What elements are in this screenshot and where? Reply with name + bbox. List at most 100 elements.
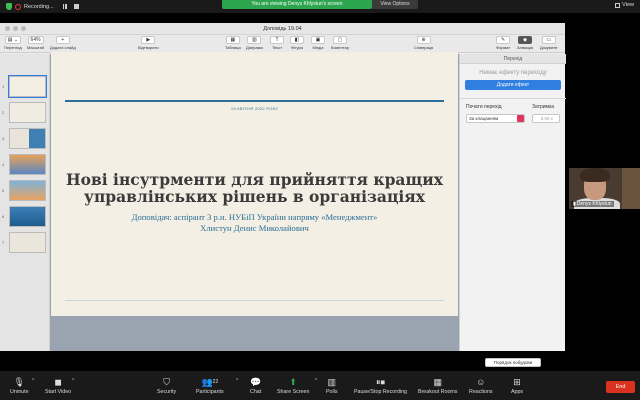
delay-label: Затримка [532, 104, 555, 110]
document-label: Документ [540, 45, 558, 50]
slide-thumbnail[interactable] [9, 206, 46, 227]
text-label: Текст [271, 45, 283, 50]
breakout-rooms-icon: ▦ [433, 377, 442, 387]
reactions-button[interactable]: ☺ Reactions [469, 377, 493, 395]
pause-icon[interactable] [62, 4, 67, 9]
zoom-value: 64% [27, 36, 44, 44]
divider [460, 98, 566, 99]
reactions-label: Reactions [469, 389, 493, 395]
chevron-up-icon[interactable]: ^ [72, 378, 74, 384]
slide-thumbnail[interactable] [8, 75, 47, 98]
polls-icon: ▥ [327, 377, 336, 387]
slide-thumbnail[interactable] [9, 180, 46, 201]
chevron-up-icon[interactable]: ^ [32, 378, 34, 384]
start-transition-select[interactable]: За клацанням [466, 114, 525, 123]
screen-share-banner: You are viewing Denys Khlystun's screen [222, 0, 372, 9]
background-shelf [622, 168, 640, 209]
document-button[interactable]: ▭ Документ [540, 36, 558, 50]
text-icon: T [270, 36, 284, 44]
breakout-rooms-button[interactable]: ▦ Breakout Rooms [418, 377, 457, 395]
window-title-bar: Доповідь 19.04 [0, 23, 565, 35]
chart-label: Діаграма [246, 45, 263, 50]
slide-number: 1 [2, 84, 5, 89]
slide-number: 2 [2, 110, 5, 115]
share-button[interactable]: ⊕ Співпраця [414, 36, 433, 50]
format-label: Формат [496, 45, 511, 50]
slide-date: 19 КВІТНЯ 2022 РОКУ [230, 106, 279, 111]
transition-tab[interactable]: Перехід [460, 54, 566, 64]
chat-icon: 💬 [250, 377, 262, 387]
recording-indicator: Recording... [6, 2, 79, 11]
chart-button[interactable]: ▥ Діаграма [246, 36, 263, 50]
slide-number: 4 [2, 162, 5, 167]
animate-button[interactable]: ◆ Анімація [517, 36, 533, 50]
participants-icon: 👥 22 [201, 377, 219, 387]
comment-button[interactable]: ▢ Коментар [331, 36, 349, 50]
chat-button[interactable]: 💬 Chat [250, 377, 261, 395]
unmute-label: Unmute [10, 389, 29, 395]
window-controls[interactable] [5, 26, 26, 31]
zoom-menu[interactable]: 64% Масштаб [27, 36, 44, 50]
sidebar-icon: ▤ ⌄ [4, 36, 22, 44]
slide-thumbnail[interactable] [9, 232, 46, 253]
apps-button[interactable]: ⊞ Apps [511, 377, 523, 395]
plus-icon: + [55, 36, 70, 44]
pause-stop-recording-button[interactable]: ⏸⏹ Pause/Stop Recording [354, 377, 407, 395]
start-video-label: Start Video [45, 389, 72, 395]
table-button[interactable]: ▦ Таблиця [225, 36, 241, 50]
slide-thumbnail[interactable] [9, 128, 46, 149]
play-icon: ▶ [141, 36, 156, 44]
shape-button[interactable]: ◧ Фігура [290, 36, 304, 50]
chart-icon: ▥ [247, 36, 262, 44]
slide-thumbnail[interactable] [9, 154, 46, 175]
reactions-icon: ☺ [476, 377, 486, 387]
add-effect-button[interactable]: Додати ефект [465, 80, 561, 90]
pause-stop-icon: ⏸⏹ [376, 377, 386, 387]
slide-navigator: 1 2 3 4 5 6 7 [0, 54, 50, 351]
share-icon: ⊕ [416, 36, 431, 44]
security-button[interactable]: ⛉ Security [157, 377, 176, 395]
zoom-label: Масштаб [27, 45, 45, 50]
text-button[interactable]: T Текст [270, 36, 284, 50]
media-button[interactable]: ▣ Медіа [311, 36, 325, 50]
recording-label: Pause/Stop Recording [354, 389, 408, 395]
stop-icon[interactable] [73, 4, 79, 9]
add-slide-label: Додати слайд [50, 45, 76, 50]
video-off-icon: ◼ [54, 377, 62, 387]
view-button[interactable]: View [615, 2, 634, 8]
chevron-up-icon[interactable]: ^ [315, 378, 317, 384]
slide-thumbnail[interactable] [9, 102, 46, 123]
chevron-down-icon [517, 115, 524, 122]
chat-label: Chat [250, 389, 262, 395]
start-video-button[interactable]: ◼ Start Video [45, 377, 71, 395]
apps-label: Apps [511, 389, 524, 395]
polls-button[interactable]: ▥ Polls [326, 377, 337, 395]
no-effect-label: Немає ефекту переходу [479, 70, 547, 76]
recording-label: Recording... [24, 3, 54, 10]
play-button[interactable]: ▶ Відтворити [138, 36, 159, 50]
zoom-control-bar: 🎙 Unmute ^ ◼ Start Video ^ ⛉ Security 👥 2… [0, 371, 640, 400]
build-order-button[interactable]: Порядок побудови [485, 358, 541, 367]
end-meeting-button[interactable]: End [606, 381, 635, 393]
breakout-rooms-label: Breakout Rooms [418, 389, 458, 395]
view-label: View [622, 2, 634, 8]
view-options-menu[interactable]: View Options [372, 0, 418, 9]
delay-stepper[interactable]: 0,00 с [532, 114, 560, 123]
shape-label: Фігура [291, 45, 303, 50]
animate-label: Анімація [517, 45, 534, 50]
shield-icon[interactable] [6, 3, 12, 10]
speaker-line: Доповідач: аспірант 3 р.н. НУБіП України… [131, 212, 378, 222]
unmute-button[interactable]: 🎙 Unmute [10, 377, 29, 395]
start-transition-label: Почати перехід [466, 104, 502, 110]
share-screen-icon: ⬆ [289, 377, 297, 387]
shape-icon: ◧ [290, 36, 304, 44]
current-slide[interactable]: 19 КВІТНЯ 2022 РОКУ Нові інсутрменти для… [51, 52, 458, 316]
chevron-up-icon[interactable]: ^ [236, 378, 238, 384]
format-button[interactable]: ✎ Формат [496, 36, 510, 50]
polls-label: Polls [326, 389, 338, 395]
share-screen-button[interactable]: ⬆ Share Screen [277, 377, 309, 395]
participants-button[interactable]: 👥 22 Participants [196, 377, 224, 395]
add-slide-button[interactable]: + Додати слайд [50, 36, 76, 50]
format-icon: ✎ [496, 36, 511, 44]
view-menu-button[interactable]: ▤ ⌄ Перегляд [4, 36, 22, 50]
